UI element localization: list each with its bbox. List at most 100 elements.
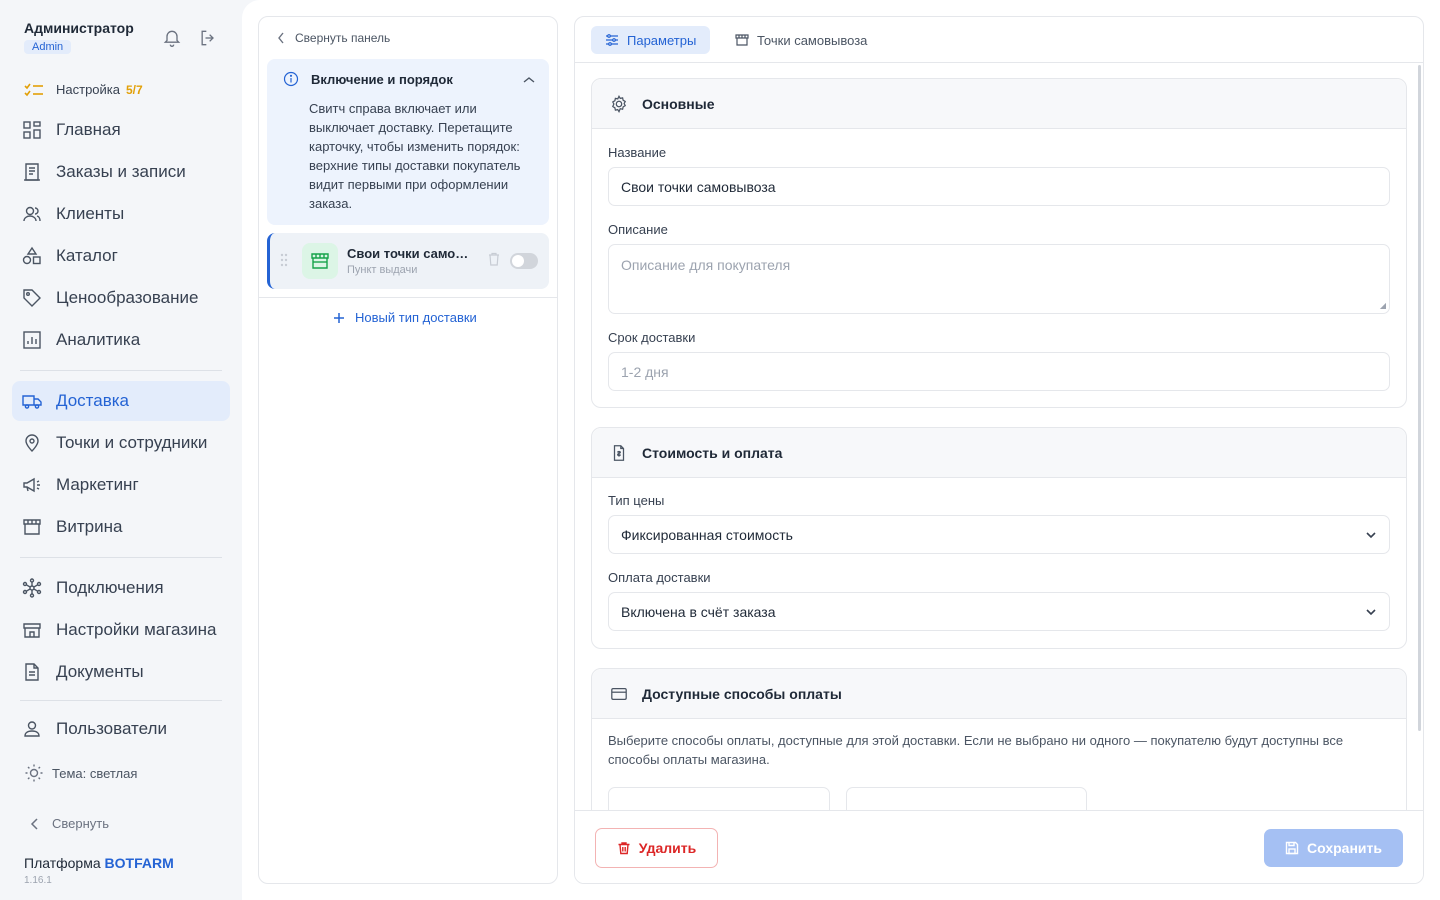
store-icon: [22, 620, 42, 640]
footer-actions: Удалить Сохранить: [575, 810, 1423, 883]
sidebar-item-label: Витрина: [56, 517, 123, 536]
tab-bar: Параметры Точки самовывоза: [575, 17, 1423, 63]
sidebar-item-label: Настройки магазина: [56, 620, 217, 639]
sidebar-divider: [20, 370, 222, 371]
term-label: Срок доставки: [608, 330, 696, 345]
sidebar-item-points[interactable]: Точки и сотрудники: [12, 423, 230, 463]
save-label: Сохранить: [1307, 840, 1382, 856]
save-button[interactable]: Сохранить: [1264, 829, 1403, 867]
storefront-icon: [302, 243, 338, 279]
grid-icon: [22, 120, 42, 140]
tag-icon: [22, 288, 42, 308]
drag-handle-icon[interactable]: [280, 253, 288, 272]
sidebar-item-showcase[interactable]: Витрина: [12, 507, 230, 547]
sidebar-item-label: Клиенты: [56, 204, 125, 223]
delivery-type-subtitle: Пункт выдачи: [347, 264, 418, 276]
delivery-payment-select[interactable]: Включена в счёт заказа: [608, 592, 1390, 631]
collapse-label: Свернуть: [52, 816, 110, 831]
user-name: Администратор: [24, 20, 134, 36]
checklist-icon: [24, 83, 43, 96]
panel-divider: [259, 297, 557, 298]
description-label: Описание: [608, 222, 668, 237]
chevron-left-icon: [30, 817, 38, 830]
sidebar-item-home[interactable]: Главная: [12, 110, 230, 150]
collapse-panel-button[interactable]: Свернуть панель: [277, 31, 390, 45]
user-role-badge: Admin: [24, 40, 72, 54]
sidebar-item-store-settings[interactable]: Настройки магазина: [12, 610, 230, 650]
setup-progress[interactable]: Настройка 5/7: [24, 82, 143, 97]
sidebar-item-documents[interactable]: Документы: [12, 652, 230, 692]
tab-pickup-points[interactable]: Точки самовывоза: [721, 26, 881, 54]
sidebar-item-connections[interactable]: Подключения: [12, 568, 230, 608]
delivery-enabled-toggle[interactable]: [510, 253, 538, 269]
add-delivery-type-button[interactable]: Новый тип доставки: [333, 310, 477, 325]
sidebar-item-label: Аналитика: [56, 330, 141, 349]
trash-icon[interactable]: [488, 252, 500, 271]
description-textarea[interactable]: Описание для покупателя ◢: [608, 244, 1390, 314]
sliders-icon: [606, 34, 618, 46]
theme-label: Тема: светлая: [52, 765, 138, 781]
shapes-icon: [22, 246, 42, 266]
add-delivery-type-label: Новый тип доставки: [355, 310, 477, 325]
chevron-up-icon[interactable]: [523, 71, 535, 89]
scrollbar[interactable]: [1418, 65, 1421, 731]
delivery-types-panel: Свернуть панель Включение и порядок Свит…: [258, 16, 558, 884]
logout-icon[interactable]: [198, 28, 218, 48]
chart-icon: [22, 330, 42, 350]
payment-method-option[interactable]: [846, 787, 1087, 810]
sidebar-item-pricing[interactable]: Ценообразование: [12, 278, 230, 318]
tab-label: Точки самовывоза: [757, 32, 868, 48]
card-title: Основные: [642, 95, 715, 112]
setup-label: Настройка: [56, 82, 120, 97]
sidebar-item-users[interactable]: Пользователи: [12, 709, 230, 749]
term-input[interactable]: 1-2 дня: [608, 352, 1390, 391]
delete-label: Удалить: [638, 840, 697, 856]
bell-icon[interactable]: [162, 28, 182, 48]
sidebar-item-label: Маркетинг: [56, 475, 139, 494]
sidebar-item-label: Заказы и записи: [56, 162, 186, 181]
tab-params[interactable]: Параметры: [591, 26, 711, 54]
payment-method-option[interactable]: [608, 787, 830, 810]
sun-icon: [25, 764, 43, 782]
price-type-value: Фиксированная стоимость: [621, 526, 793, 543]
tab-label: Параметры: [627, 32, 697, 48]
sidebar-item-orders[interactable]: Заказы и записи: [12, 152, 230, 192]
sidebar-divider: [20, 700, 222, 701]
sidebar-item-analytics[interactable]: Аналитика: [12, 320, 230, 360]
credit-card-icon: [610, 685, 628, 703]
chevron-down-icon: [1365, 605, 1377, 621]
sidebar-item-clients[interactable]: Клиенты: [12, 194, 230, 234]
info-box: Включение и порядок Свитч справа включае…: [267, 59, 549, 225]
sidebar-item-catalog[interactable]: Каталог: [12, 236, 230, 276]
sidebar-item-label: Документы: [56, 662, 144, 681]
sidebar-item-marketing[interactable]: Маркетинг: [12, 465, 230, 505]
payment-methods-card: Доступные способы оплаты Выберите способ…: [591, 668, 1407, 810]
collapse-sidebar-button[interactable]: Свернуть: [30, 816, 109, 831]
sidebar-item-label: Доставка: [56, 391, 130, 410]
document-icon: [22, 662, 42, 682]
receipt-icon: [610, 444, 628, 462]
payment-methods-hint: Выберите способы оплаты, доступные для э…: [608, 733, 1344, 767]
delete-button[interactable]: Удалить: [595, 828, 718, 868]
megaphone-icon: [22, 475, 42, 495]
card-header: Основные: [592, 79, 1406, 129]
sidebar-item-label: Подключения: [56, 578, 164, 597]
resize-handle-icon[interactable]: ◢: [1380, 301, 1386, 310]
delivery-type-card[interactable]: Свои точки самовывоза Пункт выдачи: [267, 233, 549, 289]
info-title-text: Включение и порядок: [311, 71, 453, 87]
settings-scroll-area[interactable]: Основные Название Свои точки самовывоза …: [575, 64, 1423, 810]
sidebar-item-label: Главная: [56, 120, 121, 139]
theme-toggle[interactable]: Тема: светлая: [24, 763, 137, 783]
sidebar-item-label: Ценообразование: [56, 288, 199, 307]
name-input[interactable]: Свои точки самовывоза: [608, 167, 1390, 206]
name-label: Название: [608, 145, 667, 160]
collapse-panel-label: Свернуть панель: [295, 31, 391, 45]
sidebar-item-delivery[interactable]: Доставка: [12, 381, 230, 421]
chevron-down-icon: [1365, 528, 1377, 544]
info-icon: [283, 71, 299, 87]
price-type-select[interactable]: Фиксированная стоимость: [608, 515, 1390, 554]
sidebar-divider: [20, 557, 222, 558]
sidebar-item-label: Каталог: [56, 246, 118, 265]
user-block: Администратор Admin: [24, 20, 134, 55]
sidebar-item-label: Пользователи: [56, 719, 167, 738]
